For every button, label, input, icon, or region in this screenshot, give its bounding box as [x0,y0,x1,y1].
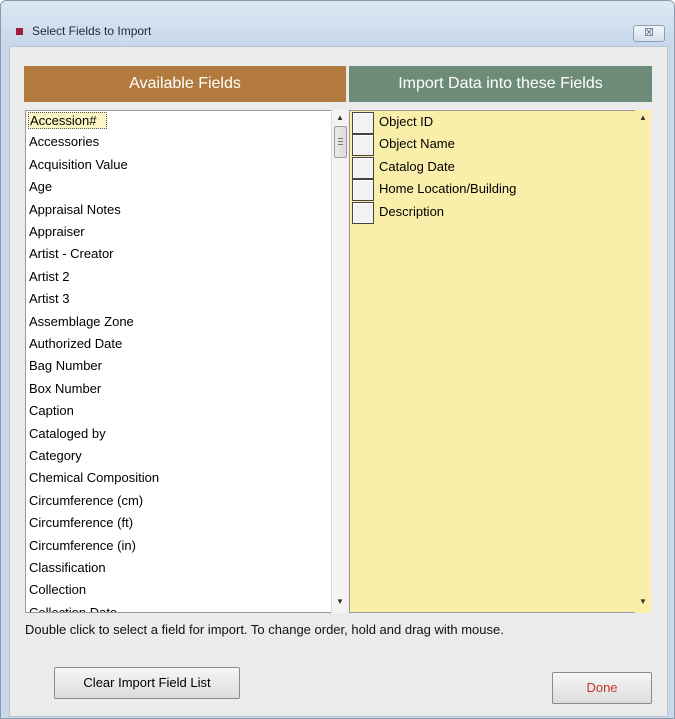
scroll-up-icon[interactable]: ▲ [639,113,647,122]
available-field-item[interactable]: Category [29,448,82,463]
available-field-item[interactable]: Artist 3 [29,291,69,306]
available-field-item[interactable]: Appraiser [29,224,85,239]
available-field-item[interactable]: Collection [29,582,86,597]
grip-line [338,138,343,139]
available-field-item[interactable]: Cataloged by [29,426,106,441]
import-field-label: Object Name [379,136,455,152]
available-field-item[interactable]: Box Number [29,381,101,396]
import-field-label: Catalog Date [379,158,455,174]
clear-import-field-list-button[interactable]: Clear Import Field List [54,667,240,699]
app-icon [16,28,23,35]
row-selector-box[interactable] [352,112,374,134]
available-field-item[interactable]: Accessories [29,134,99,149]
available-field-item[interactable]: Caption [29,403,74,418]
instructions-text: Double click to select a field for impor… [25,622,504,637]
available-field-item[interactable]: Classification [29,560,106,575]
available-field-item[interactable]: Collection Date [29,605,117,612]
scroll-down-icon[interactable]: ▼ [639,597,647,606]
dialog-body: Available Fields Import Data into these … [9,46,668,717]
available-field-item[interactable]: Circumference (in) [29,538,136,553]
import-field-label: Home Location/Building [379,181,517,197]
row-selector-box[interactable] [352,201,374,224]
available-field-item[interactable]: Chemical Composition [29,470,159,485]
import-fields-scrollbar[interactable]: ▲ ▼ [635,110,651,613]
available-field-item[interactable]: Age [29,179,52,194]
available-field-item[interactable]: Assemblage Zone [29,314,134,329]
available-field-item[interactable]: Accession# [28,112,108,129]
close-button[interactable]: ☒ [633,25,665,42]
import-fields-header: Import Data into these Fields [349,66,652,102]
row-selector-box[interactable] [352,179,374,202]
import-field-label: Description [379,203,445,219]
import-fields-list[interactable]: Object ID Object Name Catalog Date Home Loc… [349,110,637,613]
available-fields-header: Available Fields [24,66,346,102]
available-field-item[interactable]: Acquisition Value [29,157,128,172]
done-button[interactable]: Done [552,672,652,704]
scroll-up-icon[interactable]: ▲ [336,113,344,122]
available-field-item[interactable]: Circumference (cm) [29,493,143,508]
grip-line [338,141,343,142]
import-field-label: Object ID [379,114,434,129]
scroll-down-icon[interactable]: ▼ [336,597,344,606]
available-field-item[interactable]: Bag Number [29,358,102,373]
close-icon: ☒ [644,27,654,39]
available-field-item[interactable]: Artist 2 [29,269,69,284]
available-field-item[interactable]: Artist - Creator [29,246,114,261]
window-title: Select Fields to Import [32,24,152,38]
available-field-item[interactable]: Circumference (ft) [29,515,133,530]
available-field-item[interactable]: Authorized Date [29,336,122,351]
row-selector-box[interactable] [352,134,374,157]
title-bar[interactable]: Select Fields to Import ☒ [1,1,674,45]
available-fields-scrollbar[interactable]: ▲ ▼ [331,110,348,613]
available-field-item[interactable]: Appraisal Notes [29,202,121,217]
grip-line [338,144,343,145]
scroll-thumb[interactable] [334,126,347,158]
row-selector-box[interactable] [352,156,374,179]
import-fields-dialog: Select Fields to Import ☒ Available Fiel… [0,0,675,719]
available-fields-list[interactable]: Accession# Accessories Acquisition Value Ag… [25,110,333,613]
